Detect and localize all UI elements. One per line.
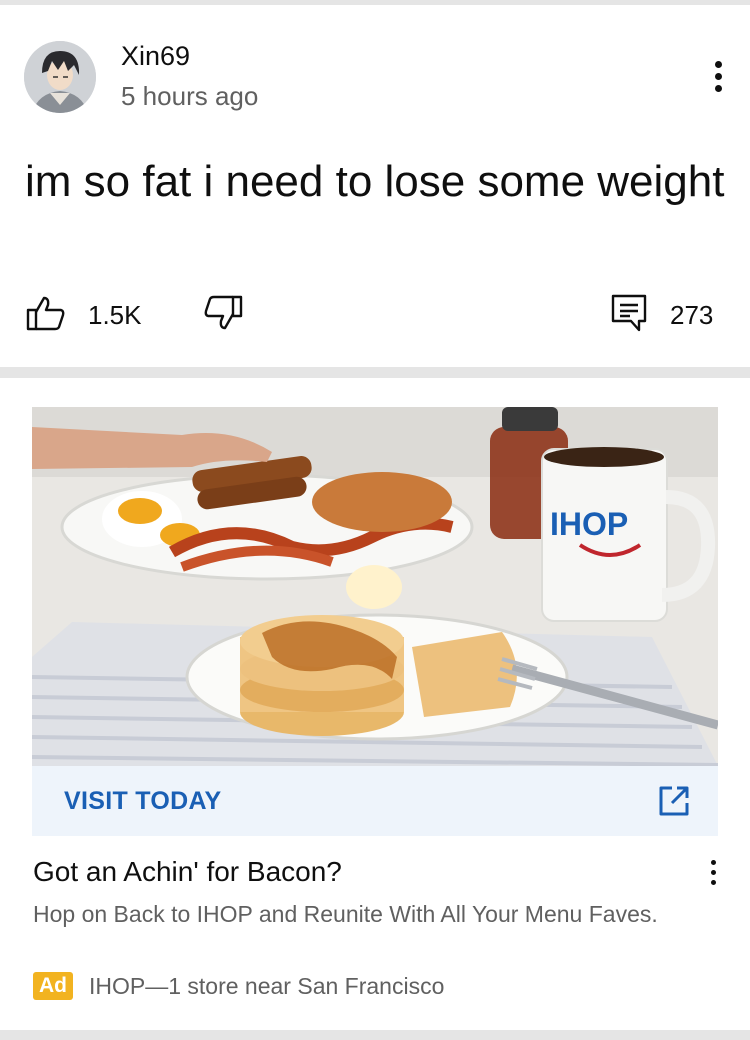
- avatar[interactable]: [24, 41, 96, 113]
- ad-meta: Ad IHOP—1 store near San Francisco: [33, 972, 444, 1000]
- community-post-card: Xin69 5 hours ago im so fat i need to lo…: [0, 5, 750, 367]
- ad-description: Hop on Back to IHOP and Reunite With All…: [33, 901, 658, 927]
- open-in-new-icon[interactable]: [658, 785, 690, 817]
- dislike-button[interactable]: [203, 293, 243, 337]
- ad-title[interactable]: Got an Achin' for Bacon?: [33, 856, 342, 888]
- ad-badge: Ad: [33, 972, 73, 1000]
- cta-label: VISIT TODAY: [64, 786, 222, 815]
- ad-card: IHOP VISIT TODAY Got an Achin' for Bacon…: [0, 378, 750, 1030]
- comment-count: 273: [670, 299, 714, 330]
- comments-button[interactable]: 273: [610, 293, 713, 337]
- post-text: im so fat i need to lose some weight: [25, 157, 725, 206]
- post-timestamp: 5 hours ago: [121, 81, 259, 111]
- more-vert-icon[interactable]: [706, 59, 730, 95]
- thumbs-down-icon: [203, 295, 243, 336]
- like-button[interactable]: 1.5K: [26, 293, 142, 337]
- ad-image[interactable]: IHOP: [32, 407, 718, 766]
- ad-more-vert-icon[interactable]: [702, 856, 726, 888]
- like-count: 1.5K: [88, 299, 142, 330]
- thumbs-up-icon: [26, 295, 66, 336]
- ad-source: IHOP—1 store near San Francisco: [89, 972, 445, 999]
- post-author[interactable]: Xin69: [121, 41, 190, 72]
- comment-icon: [610, 293, 648, 338]
- visit-today-button[interactable]: VISIT TODAY: [32, 766, 718, 836]
- ihop-mug-logo: IHOP: [550, 506, 628, 542]
